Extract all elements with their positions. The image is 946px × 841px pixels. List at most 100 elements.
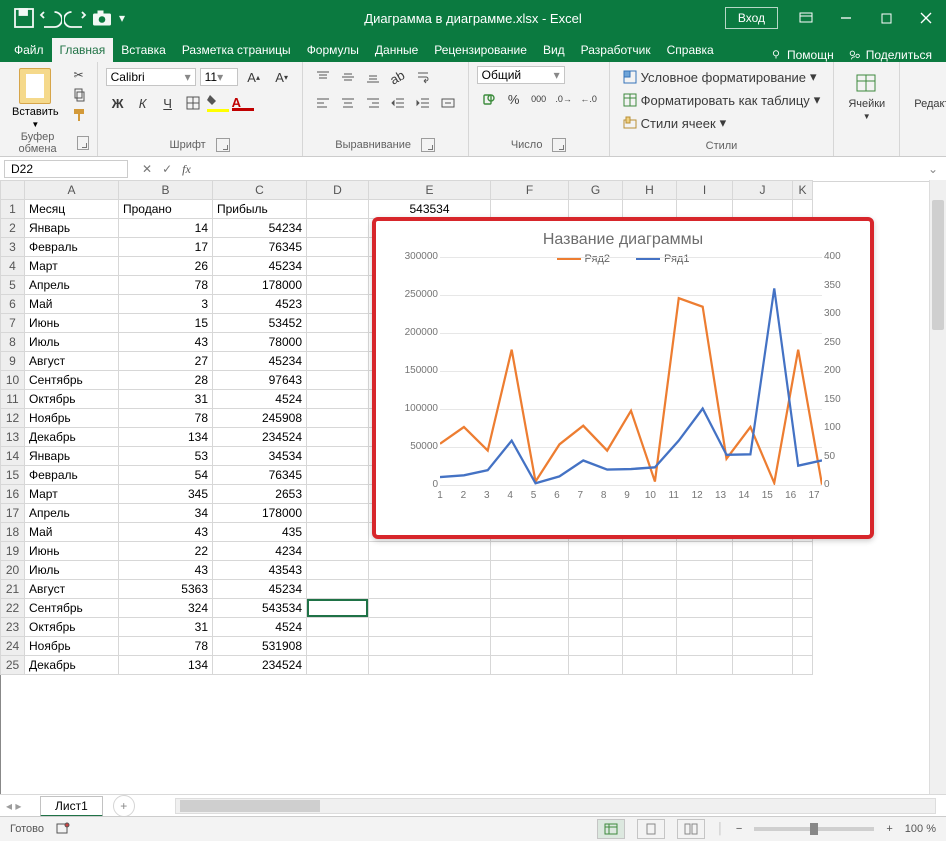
zoom-out-icon[interactable]: − [736, 823, 742, 835]
cell[interactable] [307, 599, 369, 618]
row-header[interactable]: 1 [1, 200, 25, 219]
page-layout-view-icon[interactable] [637, 819, 665, 839]
cell[interactable]: 34534 [213, 447, 307, 466]
cell[interactable]: 17 [119, 238, 213, 257]
cell[interactable] [491, 561, 569, 580]
cell[interactable] [491, 656, 569, 675]
row-header[interactable]: 10 [1, 371, 25, 390]
save-icon[interactable] [12, 6, 36, 30]
cell[interactable] [307, 580, 369, 599]
cell[interactable]: 178000 [213, 276, 307, 295]
tab-вставка[interactable]: Вставка [113, 38, 174, 62]
cell[interactable]: Август [25, 352, 119, 371]
col-header[interactable]: A [25, 181, 119, 200]
row-header[interactable]: 22 [1, 599, 25, 618]
share-button[interactable]: Поделиться [848, 48, 932, 62]
sheet-tab-1[interactable]: Лист1 [40, 796, 103, 817]
cell[interactable]: Февраль [25, 466, 119, 485]
col-header[interactable]: H [623, 181, 677, 200]
increase-decimal-icon[interactable]: .0→ [552, 88, 576, 110]
increase-indent-icon[interactable] [411, 92, 435, 114]
cell[interactable]: 54 [119, 466, 213, 485]
cell[interactable] [369, 599, 491, 618]
cell[interactable] [677, 599, 733, 618]
cell-styles-button[interactable]: Стили ячеек ▾ [618, 112, 732, 134]
cell[interactable]: 5363 [119, 580, 213, 599]
accounting-format-icon[interactable] [477, 88, 501, 110]
row-header[interactable]: 21 [1, 580, 25, 599]
vertical-scrollbar[interactable] [929, 180, 946, 795]
cell[interactable] [491, 580, 569, 599]
cell[interactable] [733, 580, 793, 599]
row-header[interactable]: 17 [1, 504, 25, 523]
tab-рецензирование[interactable]: Рецензирование [426, 38, 535, 62]
cell[interactable] [677, 656, 733, 675]
cell[interactable] [307, 371, 369, 390]
normal-view-icon[interactable] [597, 819, 625, 839]
format-as-table-button[interactable]: Форматировать как таблицу ▾ [618, 89, 826, 111]
row-header[interactable]: 25 [1, 656, 25, 675]
tab-главная[interactable]: Главная [52, 38, 114, 62]
row-header[interactable]: 15 [1, 466, 25, 485]
maximize-icon[interactable] [866, 0, 906, 36]
wrap-text-icon[interactable] [411, 66, 435, 88]
row-header[interactable]: 11 [1, 390, 25, 409]
cell[interactable] [307, 561, 369, 580]
cell[interactable]: 2653 [213, 485, 307, 504]
cell[interactable]: Апрель [25, 276, 119, 295]
cell[interactable] [733, 599, 793, 618]
align-left-icon[interactable] [311, 92, 335, 114]
cell[interactable] [793, 561, 813, 580]
cell[interactable]: 78 [119, 409, 213, 428]
cell[interactable]: Январь [25, 447, 119, 466]
cell[interactable] [307, 314, 369, 333]
cell[interactable] [623, 637, 677, 656]
cell[interactable]: 543534 [369, 200, 491, 219]
cell[interactable]: 31 [119, 390, 213, 409]
cell[interactable]: 134 [119, 656, 213, 675]
cell[interactable]: 45234 [213, 580, 307, 599]
merge-center-icon[interactable] [436, 92, 460, 114]
cell[interactable] [793, 656, 813, 675]
cells-button[interactable]: Ячейки▼ [842, 66, 891, 125]
signin-button[interactable]: Вход [725, 7, 778, 29]
align-right-icon[interactable] [361, 92, 385, 114]
cell[interactable]: Февраль [25, 238, 119, 257]
cell[interactable] [307, 466, 369, 485]
cell[interactable]: 435 [213, 523, 307, 542]
row-header[interactable]: 13 [1, 428, 25, 447]
row-header[interactable]: 20 [1, 561, 25, 580]
row-header[interactable]: 7 [1, 314, 25, 333]
row-header[interactable]: 16 [1, 485, 25, 504]
cell[interactable] [569, 200, 623, 219]
cell[interactable] [307, 428, 369, 447]
clipboard-launcher[interactable] [77, 136, 89, 150]
cell[interactable] [369, 542, 491, 561]
number-launcher[interactable] [552, 138, 566, 152]
row-header[interactable]: 3 [1, 238, 25, 257]
cell[interactable] [677, 580, 733, 599]
row-header[interactable]: 24 [1, 637, 25, 656]
cell[interactable] [569, 618, 623, 637]
cell[interactable] [793, 637, 813, 656]
cell[interactable] [569, 561, 623, 580]
cell[interactable]: Месяц [25, 200, 119, 219]
cell[interactable] [793, 599, 813, 618]
cell[interactable] [569, 656, 623, 675]
paste-button[interactable]: Вставить ▼ [8, 66, 63, 131]
cell[interactable]: Март [25, 485, 119, 504]
tab-разметка страницы[interactable]: Разметка страницы [174, 38, 299, 62]
cell[interactable] [307, 542, 369, 561]
cell[interactable] [733, 618, 793, 637]
row-header[interactable]: 8 [1, 333, 25, 352]
format-painter-icon[interactable] [69, 106, 89, 124]
cell[interactable] [623, 618, 677, 637]
cell[interactable]: Октябрь [25, 618, 119, 637]
minimize-icon[interactable] [826, 0, 866, 36]
cell[interactable]: Август [25, 580, 119, 599]
font-launcher[interactable] [216, 138, 230, 152]
cell[interactable]: Май [25, 523, 119, 542]
underline-button[interactable]: Ч [156, 92, 180, 114]
cell[interactable]: 245908 [213, 409, 307, 428]
align-middle-icon[interactable] [336, 66, 360, 88]
